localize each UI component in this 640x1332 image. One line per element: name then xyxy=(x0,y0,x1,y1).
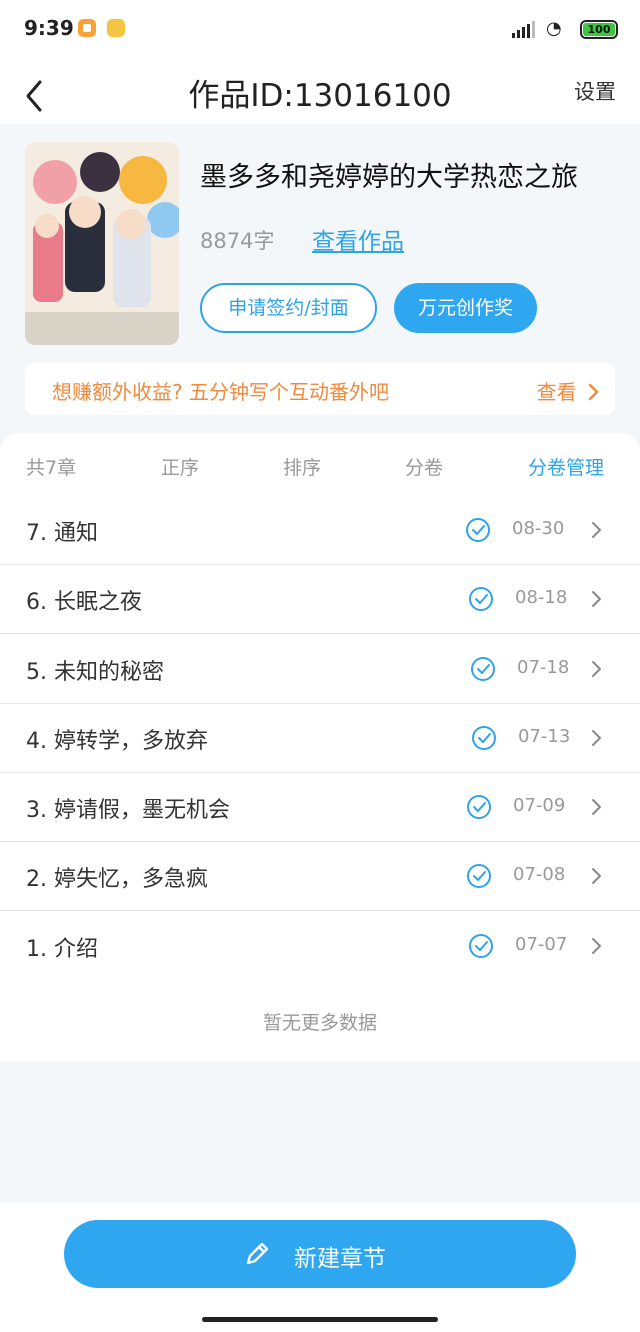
nav-bar: 作品ID:13016100 设置 xyxy=(0,60,640,124)
published-check-icon xyxy=(467,864,491,888)
sort-button[interactable]: 排序 xyxy=(283,453,321,480)
list-toolbar: 共7章 正序 排序 分卷 分卷管理 xyxy=(0,453,640,483)
chapter-date: 07-09 xyxy=(513,795,566,816)
app-notification-icon xyxy=(107,19,125,37)
chevron-right-icon xyxy=(592,730,601,746)
view-work-link[interactable]: 查看作品 xyxy=(312,222,404,256)
chapter-date: 08-18 xyxy=(515,587,568,608)
chapter-date: 07-18 xyxy=(517,657,570,678)
chapter-date: 07-13 xyxy=(518,726,571,747)
chapter-title: 7. 通知 xyxy=(26,521,98,546)
promo-view-button[interactable]: 查看 xyxy=(537,376,599,405)
chapter-date: 07-07 xyxy=(515,934,568,955)
chapter-date: 07-08 xyxy=(513,864,566,885)
book-title: 墨多多和尧婷婷的大学热恋之旅 xyxy=(200,162,578,193)
chapter-title: 2. 婷失忆，多急疯 xyxy=(26,867,208,892)
volume-button[interactable]: 分卷 xyxy=(405,453,443,480)
promo-text: 想赚额外收益? 五分钟写个互动番外吧 xyxy=(52,380,389,404)
published-check-icon xyxy=(469,587,493,611)
volume-manage-button[interactable]: 分卷管理 xyxy=(528,453,604,480)
chapter-title: 1. 介绍 xyxy=(26,937,98,962)
book-cover-image[interactable] xyxy=(25,142,179,345)
promo-banner[interactable]: 想赚额外收益? 五分钟写个互动番外吧 查看 xyxy=(25,363,615,415)
published-check-icon xyxy=(467,795,491,819)
chapter-row[interactable]: 3. 婷请假，墨无机会 07-09 xyxy=(0,773,640,842)
chapter-row[interactable]: 5. 未知的秘密 07-18 xyxy=(0,635,640,704)
published-check-icon xyxy=(469,934,493,958)
bottom-bar: 新建章节 xyxy=(0,1203,640,1332)
apply-sign-cover-button[interactable]: 申请签约/封面 xyxy=(200,283,377,333)
chapter-row[interactable]: 7. 通知 08-30 xyxy=(0,496,640,565)
chevron-right-icon xyxy=(592,591,601,607)
app-notification-icon xyxy=(78,19,96,37)
chapter-title: 4. 婷转学，多放弃 xyxy=(26,729,208,754)
chapter-title: 3. 婷请假，墨无机会 xyxy=(26,798,230,823)
chapter-row[interactable]: 1. 介绍 07-07 xyxy=(0,912,640,981)
chapter-title: 6. 长眠之夜 xyxy=(26,590,142,615)
promo-view-label: 查看 xyxy=(536,380,577,404)
signal-icon xyxy=(512,21,535,38)
published-check-icon xyxy=(472,726,496,750)
creation-award-button[interactable]: 万元创作奖 xyxy=(394,283,537,333)
wifi-icon: ◔ xyxy=(546,18,562,39)
chevron-right-icon xyxy=(592,522,601,538)
no-more-data-text: 暂无更多数据 xyxy=(262,1012,377,1034)
new-chapter-label: 新建章节 xyxy=(294,1246,386,1272)
status-bar: 9:39 ◔ 100 xyxy=(0,0,640,60)
published-check-icon xyxy=(466,518,490,542)
page-title: 作品ID:13016100 xyxy=(188,78,452,114)
new-chapter-button[interactable]: 新建章节 xyxy=(64,1220,576,1288)
chevron-right-icon xyxy=(592,938,601,954)
word-count: 8874字 xyxy=(200,229,275,253)
status-time: 9:39 xyxy=(24,16,74,40)
pencil-icon xyxy=(246,1242,269,1265)
chapter-row[interactable]: 2. 婷失忆，多急疯 07-08 xyxy=(0,842,640,911)
chapter-list-panel: 共7章 正序 排序 分卷 分卷管理 7. 通知 08-30 6. 长眠之夜 08… xyxy=(0,433,640,1061)
order-button[interactable]: 正序 xyxy=(161,453,199,480)
chevron-right-icon xyxy=(592,799,601,815)
chevron-right-icon xyxy=(592,868,601,884)
chapter-row[interactable]: 4. 婷转学，多放弃 07-13 xyxy=(0,704,640,773)
home-indicator xyxy=(202,1317,438,1322)
battery-icon: 100 xyxy=(580,20,618,39)
chevron-right-icon xyxy=(588,383,599,401)
settings-button[interactable]: 设置 xyxy=(574,76,616,106)
chapter-row[interactable]: 6. 长眠之夜 08-18 xyxy=(0,565,640,634)
chevron-right-icon xyxy=(592,661,601,677)
battery-level: 100 xyxy=(583,23,615,36)
published-check-icon xyxy=(471,657,495,681)
chapter-total: 共7章 xyxy=(26,457,77,479)
chapter-date: 08-30 xyxy=(512,518,565,539)
chapter-title: 5. 未知的秘密 xyxy=(26,660,164,685)
